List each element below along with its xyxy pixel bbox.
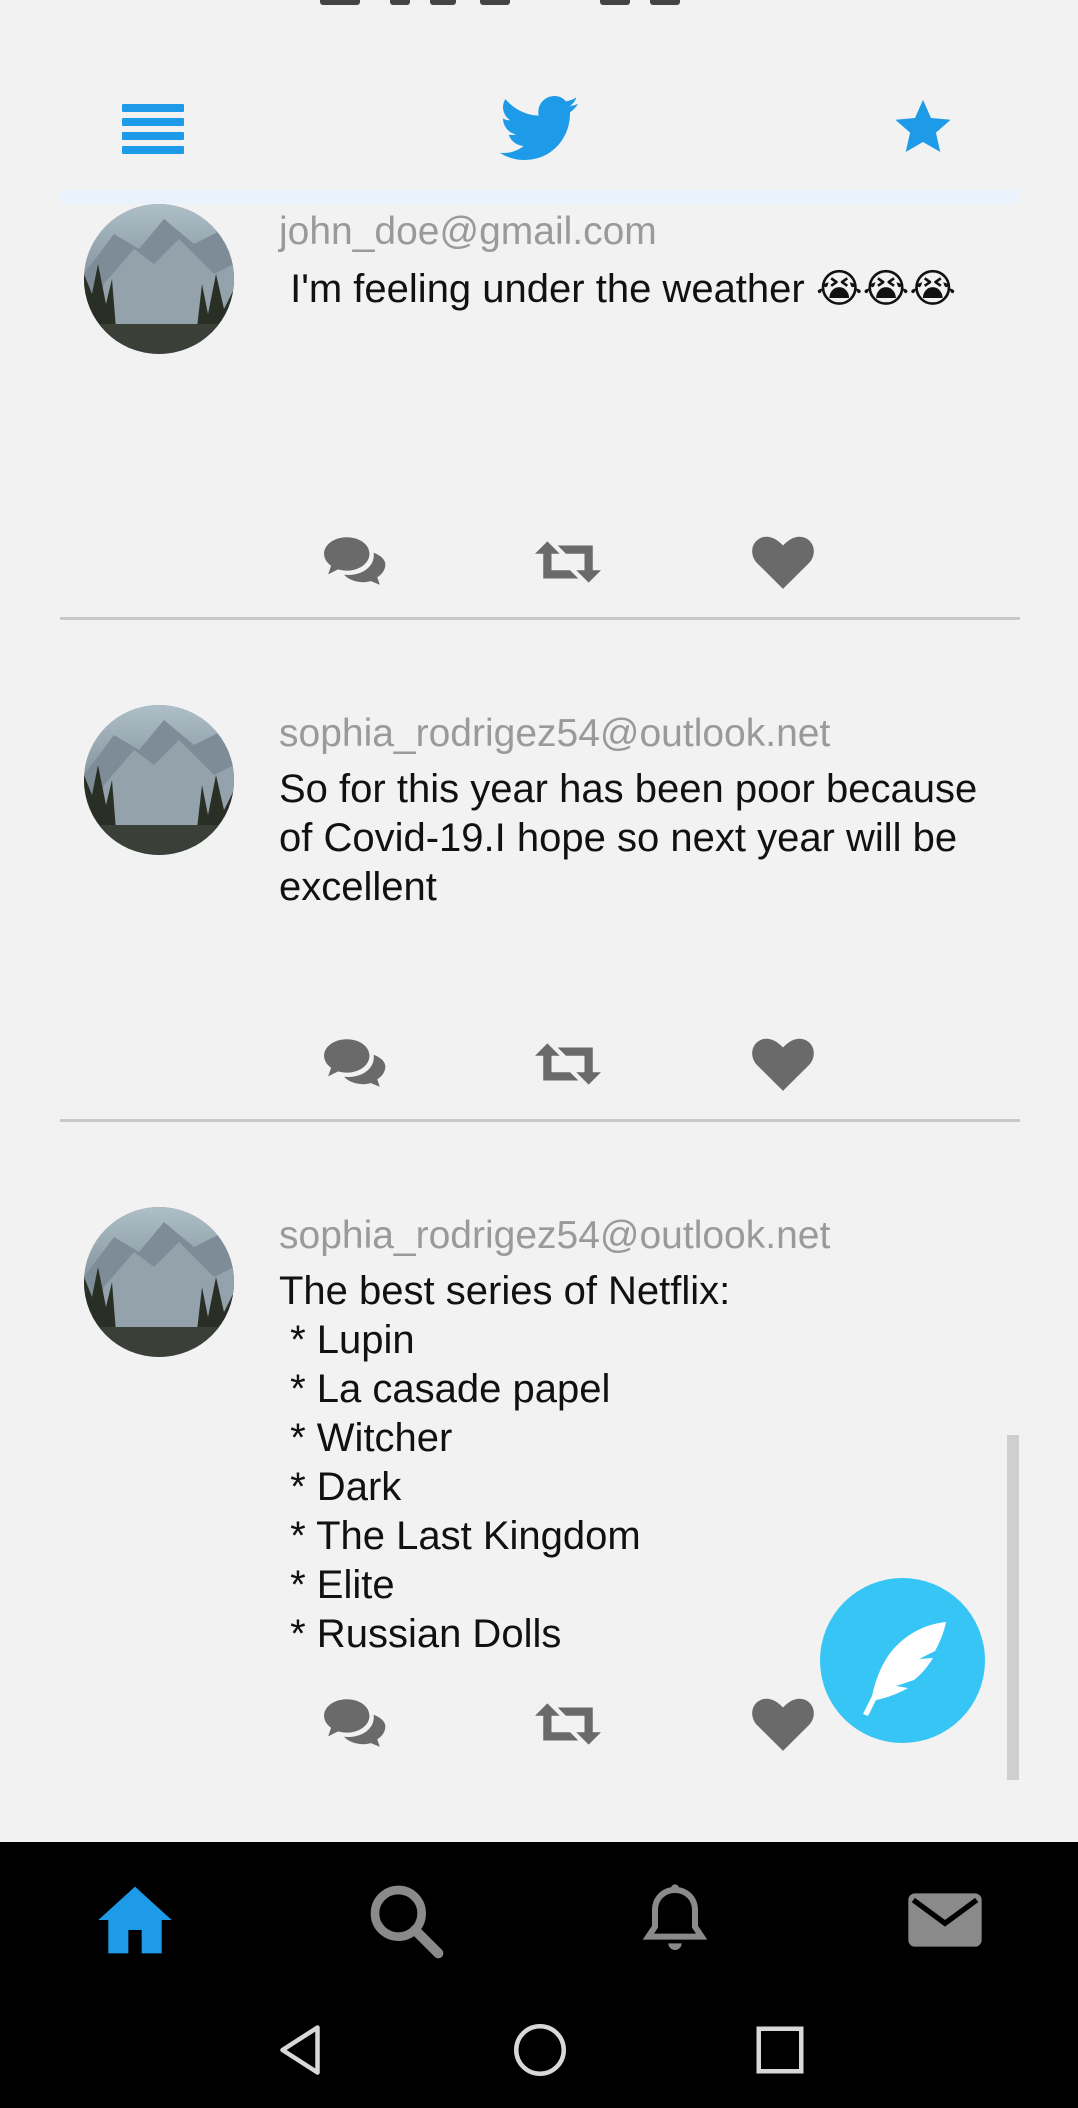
bottom-navigation (0, 1842, 1078, 2108)
tweet-actions (260, 533, 820, 593)
twitter-bird-icon (499, 96, 580, 162)
like-icon[interactable] (750, 1035, 816, 1093)
notifications-bell-icon[interactable] (635, 1880, 715, 1960)
feed-scrollbar[interactable] (1007, 1435, 1019, 1780)
avatar[interactable] (84, 1207, 234, 1357)
tweet-text: So for this year has been poor because o… (279, 767, 989, 909)
retweet-icon[interactable] (535, 1035, 601, 1093)
comment-icon[interactable] (322, 1695, 388, 1753)
home-icon[interactable] (95, 1880, 175, 1960)
tweet-author-email[interactable]: john_doe@gmail.com (279, 210, 657, 254)
like-icon[interactable] (750, 533, 816, 591)
retweet-icon[interactable] (535, 1695, 601, 1753)
retweet-icon[interactable] (535, 533, 601, 591)
comment-icon[interactable] (322, 1035, 388, 1093)
feather-compose-icon (863, 1622, 946, 1716)
tweet-text: I'm feeling under the weather 😭😭😭 (279, 267, 957, 311)
tweet-actions (260, 1035, 820, 1095)
status-bar-remnant (320, 0, 680, 6)
search-icon[interactable] (365, 1880, 445, 1960)
back-icon[interactable] (270, 2020, 330, 2080)
compose-tweet-button[interactable] (820, 1578, 985, 1743)
tweet-card[interactable]: john_doe@gmail.com I'm feeling under the… (60, 190, 1020, 620)
tweet-author-email[interactable]: sophia_rodrigez54@outlook.net (279, 1214, 830, 1258)
tweet-actions (260, 1695, 820, 1755)
top-app-bar (0, 60, 1078, 200)
home-circle-icon[interactable] (510, 2020, 570, 2080)
star-icon[interactable] (892, 96, 954, 158)
like-icon[interactable] (750, 1695, 816, 1753)
mail-icon[interactable] (905, 1880, 985, 1960)
hamburger-menu-icon[interactable] (122, 104, 184, 154)
avatar[interactable] (84, 204, 234, 354)
avatar[interactable] (84, 705, 234, 855)
tweet-card[interactable]: sophia_rodrigez54@outlook.net So for thi… (60, 620, 1020, 1122)
recents-icon[interactable] (750, 2020, 810, 2080)
tweet-author-email[interactable]: sophia_rodrigez54@outlook.net (279, 712, 830, 756)
comment-icon[interactable] (322, 533, 388, 591)
